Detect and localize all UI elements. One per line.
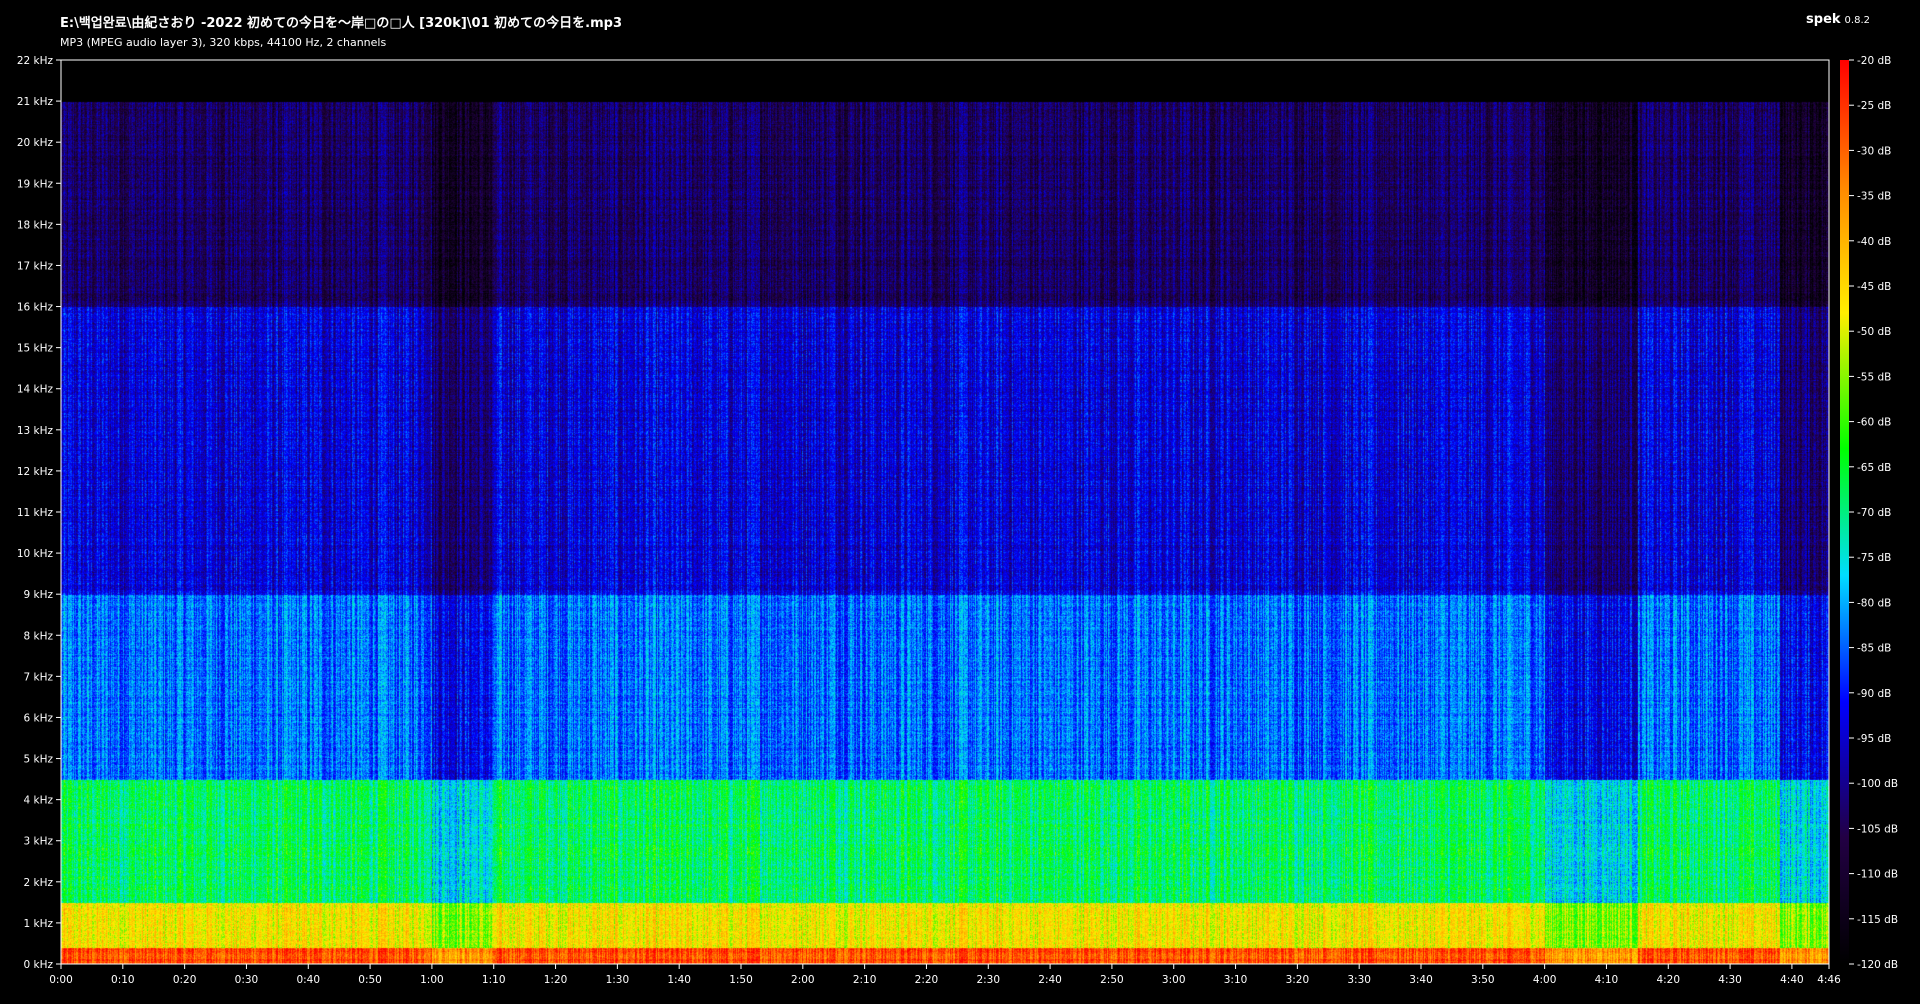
y-tick-label: 14 kHz <box>17 384 54 396</box>
y-tick-label: 22 kHz <box>17 55 54 67</box>
y-tick-label: 3 kHz <box>23 836 53 848</box>
y-tick-label: 1 kHz <box>23 918 53 930</box>
x-tick-label: 1:00 <box>420 974 444 986</box>
y-tick-label: 19 kHz <box>17 178 54 190</box>
y-tick-label: 21 kHz <box>17 96 54 108</box>
colorbar-tick-label: -110 dB <box>1857 869 1898 881</box>
x-tick-label: 3:40 <box>1409 974 1433 986</box>
y-tick-label: 0 kHz <box>23 959 53 971</box>
colorbar-gradient <box>1840 60 1849 964</box>
y-tick-label: 13 kHz <box>17 425 54 437</box>
x-tick-label: 0:20 <box>173 974 197 986</box>
colorbar-tick-label: -25 dB <box>1857 100 1891 112</box>
colorbar-tick-label: -50 dB <box>1857 326 1891 338</box>
y-tick-label: 2 kHz <box>23 877 53 889</box>
colorbar-tick-label: -65 dB <box>1857 462 1891 474</box>
colorbar-tick-label: -60 dB <box>1857 417 1891 429</box>
x-tick-label: 0:10 <box>111 974 135 986</box>
x-tick-label: 3:10 <box>1224 974 1248 986</box>
x-tick-label: 1:40 <box>667 974 691 986</box>
x-tick-label: 0:30 <box>235 974 259 986</box>
x-tick-label: 2:20 <box>915 974 939 986</box>
y-tick-label: 5 kHz <box>23 754 53 766</box>
x-tick-label: 0:50 <box>358 974 382 986</box>
colorbar-tick-label: -105 dB <box>1857 823 1898 835</box>
x-tick-label: 4:40 <box>1780 974 1804 986</box>
x-tick-label: 3:30 <box>1347 974 1371 986</box>
x-tick-label: 4:20 <box>1656 974 1680 986</box>
x-tick-label: 3:20 <box>1286 974 1310 986</box>
x-tick-label: 1:30 <box>606 974 630 986</box>
colorbar-tick-label: -45 dB <box>1857 281 1891 293</box>
colorbar-tick-label: -35 dB <box>1857 191 1891 203</box>
y-tick-label: 10 kHz <box>17 548 54 560</box>
y-tick-label: 6 kHz <box>23 712 53 724</box>
x-tick-label: 0:40 <box>296 974 320 986</box>
x-tick-label: 1:20 <box>544 974 568 986</box>
y-tick-label: 9 kHz <box>23 589 53 601</box>
x-tick-label: 1:10 <box>482 974 506 986</box>
y-tick-label: 12 kHz <box>17 466 54 478</box>
x-tick-label: 4:46 <box>1817 974 1841 986</box>
colorbar-tick-label: -55 dB <box>1857 371 1891 383</box>
colorbar-tick-label: -30 dB <box>1857 145 1891 157</box>
y-tick-label: 18 kHz <box>17 219 54 231</box>
spectrogram-axes: 0 kHz 1 kHz 2 kHz 3 kHz 4 kHz 5 kHz 6 kHz 7 kHz… <box>17 55 1898 986</box>
colorbar-tick-label: -120 dB <box>1857 959 1898 971</box>
y-tick-label: 17 kHz <box>17 260 54 272</box>
x-tick-label: 1:50 <box>729 974 753 986</box>
y-tick-label: 15 kHz <box>17 343 54 355</box>
x-tick-label: 4:00 <box>1533 974 1557 986</box>
colorbar-tick-label: -95 dB <box>1857 733 1891 745</box>
colorbar-tick-label: -85 dB <box>1857 643 1891 655</box>
colorbar-tick-label: -90 dB <box>1857 688 1891 700</box>
x-tick-label: 2:30 <box>976 974 1000 986</box>
x-tick-label: 2:00 <box>791 974 815 986</box>
y-tick-label: 20 kHz <box>17 137 54 149</box>
x-tick-label: 3:00 <box>1162 974 1186 986</box>
colorbar-tick-label: -75 dB <box>1857 552 1891 564</box>
x-tick-label: 4:30 <box>1718 974 1742 986</box>
y-tick-label: 7 kHz <box>23 671 53 683</box>
colorbar-tick-label: -115 dB <box>1857 914 1898 926</box>
y-tick-label: 16 kHz <box>17 302 54 314</box>
colorbar-tick-label: -100 dB <box>1857 778 1898 790</box>
colorbar-tick-label: -70 dB <box>1857 507 1891 519</box>
x-tick-label: 2:50 <box>1100 974 1124 986</box>
colorbar-tick-label: -80 dB <box>1857 597 1891 609</box>
x-tick-label: 2:10 <box>853 974 877 986</box>
colorbar-tick-label: -40 dB <box>1857 236 1891 248</box>
y-tick-label: 8 kHz <box>23 630 53 642</box>
y-tick-label: 11 kHz <box>17 507 54 519</box>
x-tick-label: 2:40 <box>1038 974 1062 986</box>
colorbar-tick-label: -20 dB <box>1857 55 1891 67</box>
x-tick-label: 3:50 <box>1471 974 1495 986</box>
y-tick-label: 4 kHz <box>23 795 53 807</box>
x-tick-label: 4:10 <box>1595 974 1619 986</box>
plot-frame <box>60 59 1830 965</box>
x-tick-label: 0:00 <box>49 974 73 986</box>
